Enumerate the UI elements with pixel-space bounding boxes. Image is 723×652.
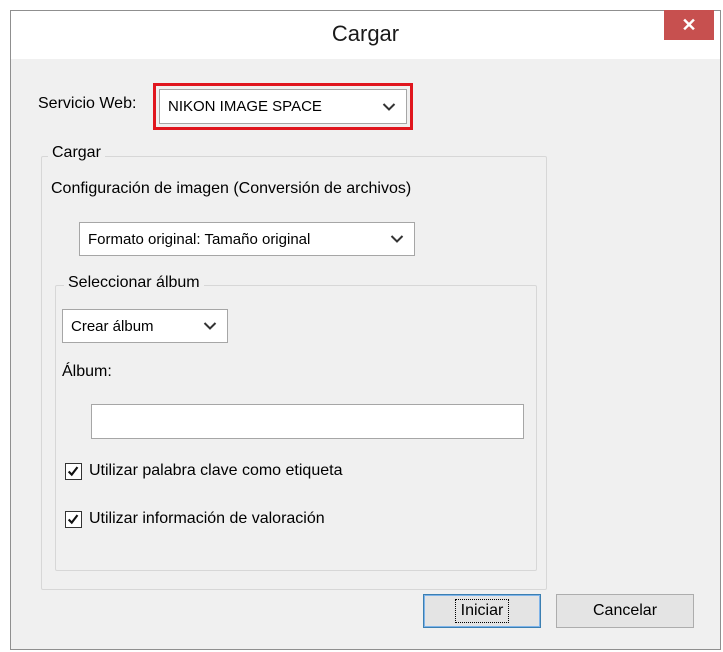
use-keyword-checkbox[interactable] xyxy=(65,463,82,480)
chevron-down-icon xyxy=(203,322,217,330)
album-name-input[interactable] xyxy=(91,404,524,439)
use-rating-label: Utilizar información de valoración xyxy=(89,510,325,527)
image-settings-label: Configuración de imagen (Conversión de a… xyxy=(51,180,412,197)
checkmark-icon xyxy=(67,466,79,477)
dialog-title: Cargar xyxy=(331,21,400,46)
close-button[interactable]: ✕ xyxy=(664,10,714,40)
format-select-value: Formato original: Tamaño original xyxy=(88,230,311,248)
title-bar[interactable]: Cargar ✕ xyxy=(11,10,720,59)
upload-dialog: Cargar ✕ Servicio Web: NIKON IMAGE SPACE… xyxy=(10,10,721,650)
service-label: Servicio Web: xyxy=(38,95,137,112)
cancel-button-label: Cancelar xyxy=(592,602,658,619)
album-group-legend: Seleccionar álbum xyxy=(64,274,204,292)
service-select-value: NIKON IMAGE SPACE xyxy=(168,98,322,115)
use-keyword-label: Utilizar palabra clave como etiqueta xyxy=(89,462,343,479)
album-mode-select[interactable]: Crear álbum xyxy=(62,309,228,343)
service-select[interactable]: NIKON IMAGE SPACE xyxy=(159,89,407,124)
album-label: Álbum: xyxy=(62,363,112,380)
chevron-down-icon xyxy=(382,102,396,111)
start-button-label: Iniciar xyxy=(454,599,510,623)
start-button[interactable]: Iniciar xyxy=(423,594,541,628)
album-mode-select-value: Crear álbum xyxy=(71,317,154,335)
upload-group-legend: Cargar xyxy=(48,144,105,162)
checkmark-icon xyxy=(67,514,79,525)
format-select[interactable]: Formato original: Tamaño original xyxy=(79,222,415,256)
use-rating-checkbox[interactable] xyxy=(65,511,82,528)
cancel-button[interactable]: Cancelar xyxy=(556,594,694,628)
close-icon: ✕ xyxy=(681,14,697,35)
chevron-down-icon xyxy=(390,235,404,243)
